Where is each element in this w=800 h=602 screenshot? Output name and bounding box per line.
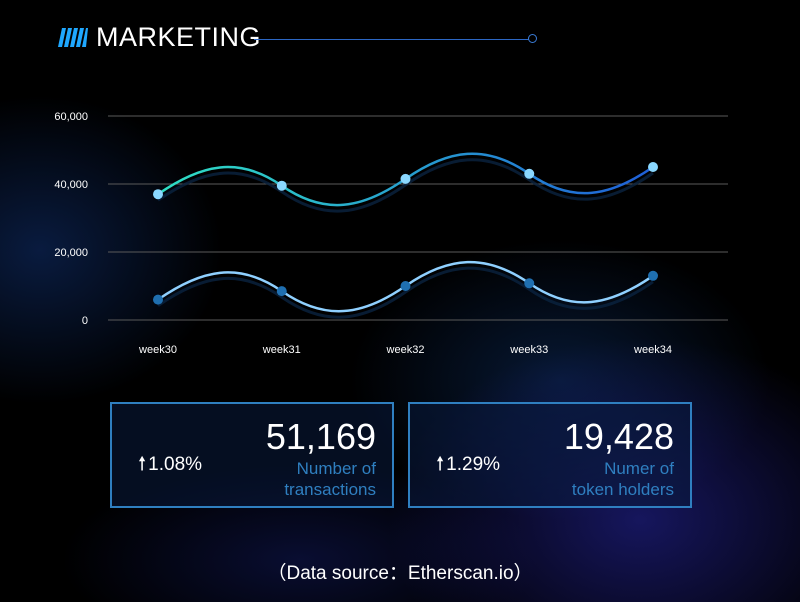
- stat-value: 19,428: [563, 416, 674, 457]
- arrow-up-icon: 🠕: [138, 454, 147, 475]
- data-point: [400, 173, 411, 184]
- data-point: [276, 286, 287, 297]
- x-tick-label: week30: [138, 344, 177, 356]
- stat-card-token-holders: 🠕 1.29% 19,428 Numer of token holders: [408, 402, 692, 508]
- change-indicator: 🠕 1.29%: [436, 450, 500, 482]
- change-indicator: 🠕 1.08%: [138, 450, 202, 482]
- y-tick-label: 0: [82, 315, 88, 327]
- data-point: [153, 294, 163, 305]
- stat-label-line-1: Number of: [296, 459, 376, 478]
- data-point: [648, 270, 658, 281]
- stat-label-line-2: token holders: [571, 480, 674, 499]
- change-value: 1.29%: [446, 454, 501, 475]
- y-tick-label: 20,000: [54, 247, 88, 259]
- data-point: [524, 168, 535, 179]
- data-point: [648, 162, 658, 172]
- stat-label-line-2: transactions: [284, 480, 376, 499]
- arrow-up-icon: 🠕: [436, 454, 445, 475]
- y-tick-label: 60,000: [54, 111, 88, 123]
- data-point: [153, 189, 163, 200]
- data-source-note: （Data source：Etherscan.io）: [267, 563, 533, 584]
- x-tick-label: week33: [509, 344, 548, 356]
- y-tick-label: 40,000: [54, 179, 88, 191]
- x-tick-label: week32: [386, 344, 425, 356]
- stat-value: 51,169: [265, 416, 376, 457]
- stat-label: Number of transactions: [216, 458, 376, 500]
- stat-label: Numer of token holders: [514, 458, 674, 500]
- data-point: [400, 281, 411, 291]
- data-point: [276, 180, 287, 191]
- marketing-line-chart: 0 20,000 40,000 60,000 week30 week31 week32 we…: [54, 111, 728, 356]
- x-tick-label: week31: [262, 344, 301, 356]
- stat-label-line-1: Numer of: [604, 459, 674, 478]
- stat-card-transactions: 🠕 1.08% 51,169 Number of transactions: [110, 402, 394, 508]
- data-point: [524, 278, 535, 289]
- x-tick-label: week34: [633, 344, 672, 356]
- series-line-shadow: [157, 266, 654, 319]
- change-value: 1.08%: [148, 454, 203, 475]
